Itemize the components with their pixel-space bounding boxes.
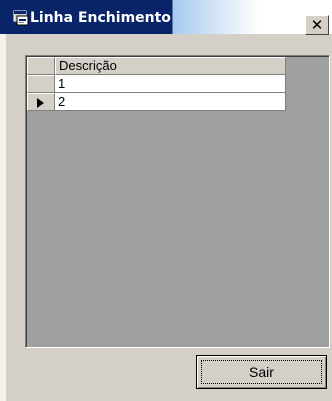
cell-descricao[interactable]: 2 (55, 93, 286, 111)
current-row-pointer-icon (37, 98, 44, 108)
window-app-icon (13, 10, 29, 26)
window-title: Linha Enchimento (30, 10, 171, 26)
sair-button[interactable]: Sair (196, 355, 327, 389)
data-grid-area: Descrição 1 2 (26, 56, 329, 347)
close-icon: ✕ (310, 15, 324, 34)
table-row[interactable]: 2 (27, 93, 286, 111)
cell-descricao[interactable]: 1 (55, 75, 286, 93)
grid-corner-header[interactable] (27, 57, 55, 75)
linha-enchimento-window: Linha Enchimento ✕ Descrição 1 2 Sair (0, 0, 332, 401)
row-selector[interactable] (27, 93, 55, 111)
data-grid[interactable]: Descrição 1 2 (25, 55, 330, 348)
grid-header-row: Descrição (27, 57, 286, 75)
title-bar[interactable]: Linha Enchimento (0, 0, 332, 34)
close-button[interactable]: ✕ (305, 15, 329, 35)
row-selector[interactable] (27, 75, 55, 93)
column-header-descricao[interactable]: Descrição (55, 57, 286, 75)
focus-rectangle (201, 360, 322, 384)
table-row[interactable]: 1 (27, 75, 286, 93)
window-left-edge (0, 34, 6, 401)
